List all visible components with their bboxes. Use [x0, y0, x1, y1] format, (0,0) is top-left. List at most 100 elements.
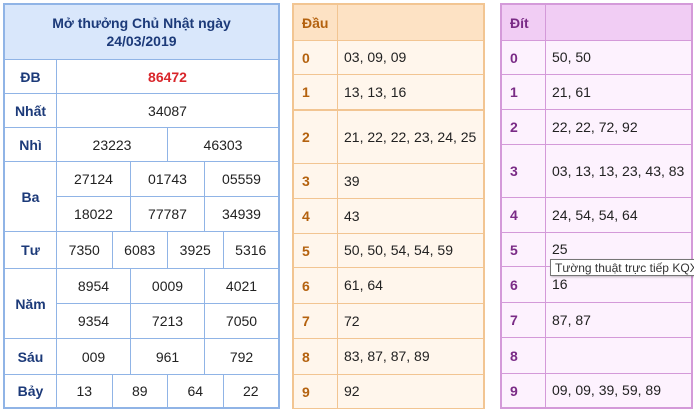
prize-value-nhat: 34087: [148, 102, 187, 119]
dau-value: 43: [344, 207, 360, 224]
dau-key: 2: [294, 111, 338, 163]
prize-row-db: ĐB 86472: [5, 60, 278, 94]
prize-value-tu: 7350: [57, 232, 113, 268]
dau-row: 9 92: [294, 375, 483, 408]
prize-value-tu: 6083: [113, 232, 168, 268]
dau-key: 1: [294, 75, 338, 109]
dit-header-row: Đít: [502, 5, 691, 41]
dau-row: 5 50, 50, 54, 54, 59: [294, 234, 483, 268]
dau-table: Đầu 0 03, 09, 09 1 13, 13, 16 2 21, 22, …: [292, 3, 485, 409]
dau-row: 4 43: [294, 199, 483, 234]
dau-row: 8 83, 87, 87, 89: [294, 339, 483, 375]
dit-value: 21, 61: [552, 83, 591, 100]
dit-value: 87, 87: [552, 311, 591, 328]
dau-key: 7: [294, 304, 338, 338]
dau-key: 5: [294, 234, 338, 267]
dit-row: 8: [502, 338, 691, 374]
dit-header: Đít: [502, 5, 546, 40]
prize-value-ba: 77787: [131, 197, 205, 231]
dit-value: 09, 09, 39, 59, 89: [552, 382, 661, 398]
dau-row: 6 61, 64: [294, 268, 483, 304]
dit-table: Đít 0 50, 50 1 21, 61 2 22, 22, 72, 92 3…: [500, 3, 693, 409]
prize-value-ba: 27124: [57, 162, 131, 196]
dau-value: 50, 50, 54, 54, 59: [344, 242, 453, 258]
prize-value-ba: 18022: [57, 197, 131, 231]
prize-value-sau: 961: [131, 339, 205, 374]
dau-value: 39: [344, 172, 360, 189]
prize-label-nhi: Nhì: [5, 128, 57, 161]
prize-value-nhi: 23223: [57, 128, 168, 161]
prize-value-bay: 89: [113, 375, 168, 407]
dit-row: 4 24, 54, 54, 64: [502, 198, 691, 233]
dit-key: 3: [502, 145, 546, 197]
dau-value: 72: [344, 312, 360, 329]
dit-key: 9: [502, 374, 546, 407]
prize-value-nam: 8954: [57, 269, 131, 303]
prize-row-sau: Sáu 009 961 792: [5, 339, 278, 375]
dau-key: 8: [294, 339, 338, 374]
dit-row: 0 50, 50: [502, 41, 691, 75]
dau-key: 9: [294, 375, 338, 408]
prize-label-nam: Năm: [5, 269, 57, 338]
dit-row: 9 09, 09, 39, 59, 89: [502, 374, 691, 407]
prize-label-db: ĐB: [5, 60, 57, 93]
dit-key: 2: [502, 110, 546, 144]
dit-row: 7 87, 87: [502, 303, 691, 338]
dau-value: 21, 22, 22, 23, 24, 25: [344, 128, 477, 145]
dau-value: 61, 64: [344, 277, 383, 293]
prize-value-sau: 792: [229, 348, 254, 365]
prize-value-nam: 4021: [225, 278, 258, 294]
tooltip: Tường thuật trực tiếp KQX: [550, 259, 694, 276]
dau-header-row: Đầu: [294, 5, 483, 41]
prize-value-nam: 7213: [131, 304, 205, 338]
dit-value: 22, 22, 72, 92: [552, 118, 638, 135]
dit-key: 5: [502, 233, 546, 266]
prize-row-tu: Tư 7350 6083 3925 5316: [5, 232, 278, 269]
prize-value-nhi: 46303: [203, 136, 243, 153]
dau-value: 92: [344, 383, 360, 399]
prize-value-bay: 13: [57, 375, 113, 407]
dit-row: 1 21, 61: [502, 75, 691, 110]
dit-row: 3 03, 13, 13, 23, 43, 83: [502, 145, 691, 198]
dau-key: 0: [294, 41, 338, 74]
results-title-line1: Mở thưởng Chủ Nhật ngày: [52, 15, 231, 31]
prize-value-bay: 22: [242, 383, 259, 399]
dau-row: 0 03, 09, 09: [294, 41, 483, 75]
results-title: Mở thưởng Chủ Nhật ngày 24/03/2019: [5, 5, 278, 60]
prize-label-bay: Bảy: [5, 375, 57, 407]
dit-key: 7: [502, 303, 546, 337]
dau-row: 3 39: [294, 164, 483, 199]
dit-value: 03, 13, 13, 23, 43, 83: [552, 162, 685, 179]
dau-value: 13, 13, 16: [344, 83, 407, 100]
dit-row: 2 22, 22, 72, 92: [502, 110, 691, 145]
dit-value: 24, 54, 54, 64: [552, 206, 638, 223]
results-table: Mở thưởng Chủ Nhật ngày 24/03/2019 ĐB 86…: [3, 3, 280, 409]
prize-value-ba: 01743: [131, 162, 205, 196]
prize-value-nam: 0009: [131, 269, 205, 303]
prize-label-nhat: Nhất: [5, 94, 57, 127]
dit-key: 0: [502, 41, 546, 74]
dau-value: 83, 87, 87, 89: [344, 348, 430, 364]
dit-key: 4: [502, 198, 546, 232]
dau-row: 7 72: [294, 304, 483, 339]
dau-value: 03, 09, 09: [344, 49, 407, 65]
prize-row-nhi: Nhì 23223 46303: [5, 128, 278, 162]
dit-key: 6: [502, 267, 546, 302]
prize-row-ba: Ba 27124 01743 05559 18022 77787 34939: [5, 162, 278, 232]
dit-value: 50, 50: [552, 49, 591, 65]
prize-value-nam: 7050: [225, 313, 258, 329]
dit-key: 8: [502, 338, 546, 373]
dau-row: 2 21, 22, 22, 23, 24, 25: [294, 111, 483, 164]
prize-value-sau: 009: [57, 339, 131, 374]
results-date: 24/03/2019: [106, 33, 177, 49]
prize-value-nam: 9354: [57, 304, 131, 338]
prize-label-ba: Ba: [5, 162, 57, 231]
prize-label-sau: Sáu: [5, 339, 57, 374]
dit-value: [546, 338, 691, 373]
dit-key: 1: [502, 75, 546, 109]
prize-value-bay: 64: [168, 375, 224, 407]
dau-key: 6: [294, 268, 338, 303]
dau-row: 1 13, 13, 16: [294, 75, 483, 110]
prize-label-tu: Tư: [5, 232, 57, 268]
dau-header: Đầu: [294, 5, 338, 40]
